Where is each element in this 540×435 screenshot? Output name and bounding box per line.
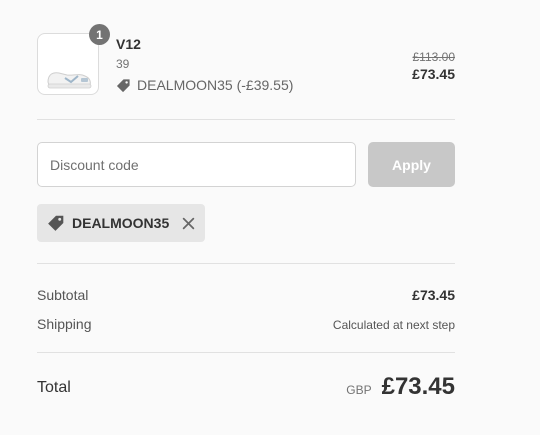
close-icon: [182, 217, 195, 229]
line-item-discount: DEALMOON35 (-£39.55): [116, 77, 293, 93]
quantity-badge: 1: [89, 24, 110, 45]
tag-icon: [116, 78, 130, 92]
applied-discount-tag: DEALMOON35: [37, 204, 206, 242]
applied-discount-code: DEALMOON35: [72, 215, 170, 231]
divider: [37, 263, 455, 264]
order-summary: 1 V12 39 DEALMOON35 (-£39.55) £113.00 £7…: [0, 0, 540, 435]
apply-button[interactable]: Apply: [368, 142, 455, 187]
product-variant: 39: [116, 57, 130, 71]
original-price: £113.00: [412, 50, 456, 64]
total-label: Total: [37, 379, 71, 396]
total-value-group: GBP £73.45: [346, 373, 455, 401]
tag-icon: [48, 215, 64, 231]
divider: [37, 119, 455, 120]
currency-code: GBP: [346, 383, 372, 397]
shipping-value: Calculated at next step: [332, 318, 455, 332]
line-item-discount-text: DEALMOON35 (-£39.55): [137, 77, 294, 93]
sneaker-image: [47, 72, 92, 89]
product-thumbnail: [37, 33, 99, 95]
total-amount: £73.45: [381, 373, 455, 400]
divider: [37, 352, 455, 353]
discount-code-input[interactable]: [37, 142, 356, 187]
current-price: £73.45: [412, 66, 455, 82]
subtotal-label: Subtotal: [37, 287, 89, 303]
subtotal-value: £73.45: [412, 287, 455, 303]
remove-discount-button[interactable]: [182, 217, 195, 230]
product-name: V12: [116, 36, 141, 52]
shipping-label: Shipping: [37, 316, 92, 332]
